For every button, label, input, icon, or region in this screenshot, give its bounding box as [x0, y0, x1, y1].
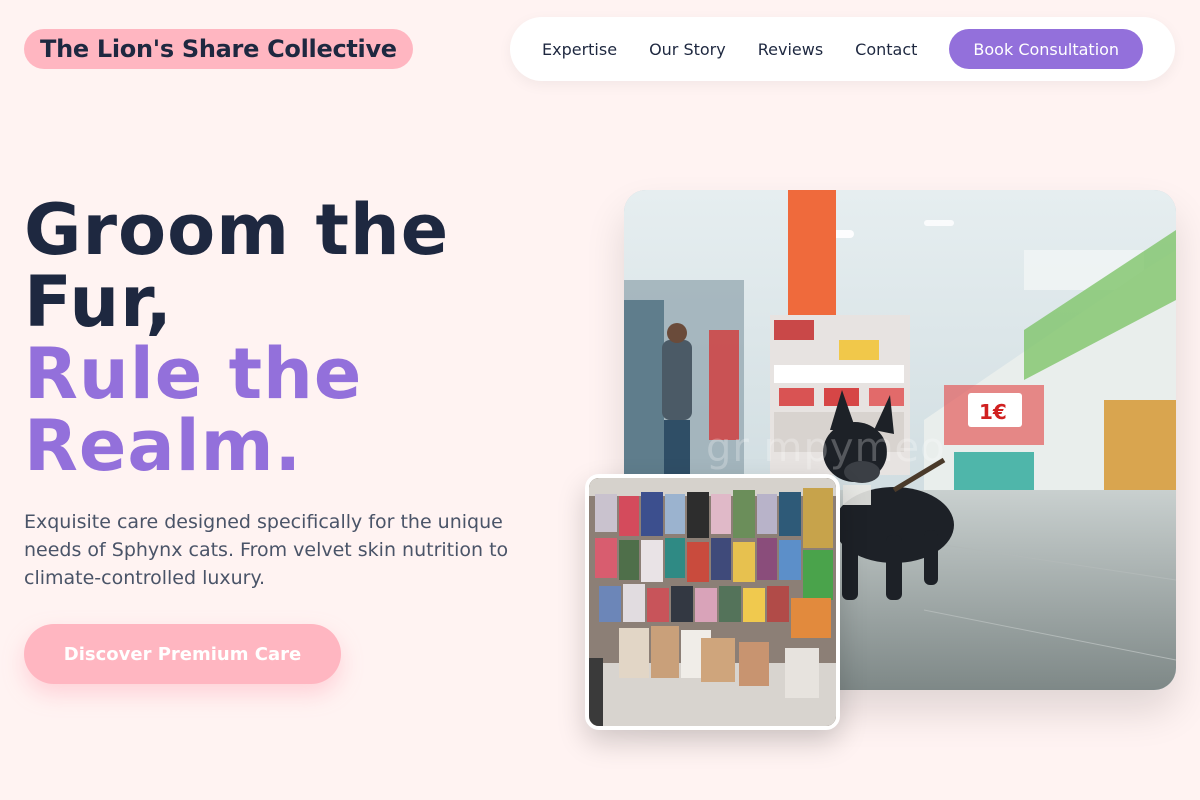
headline-line-2: Fur, — [24, 261, 173, 343]
hero-headline: Groom the Fur, Rule the Realm. — [24, 194, 584, 482]
hero-subtitle: Exquisite care designed specifically for… — [24, 511, 509, 589]
nav-link-our-story[interactable]: Our Story — [649, 40, 726, 59]
hero-image-pet-shop-shelves — [585, 474, 840, 730]
image-watermark: gr mpymeo — [706, 425, 946, 471]
brand-logo[interactable]: The Lion's Share Collective — [24, 29, 413, 69]
price-tag-text: 1€ — [979, 400, 1007, 424]
nav-link-reviews[interactable]: Reviews — [758, 40, 823, 59]
discover-premium-care-button[interactable]: Discover Premium Care — [24, 624, 341, 684]
nav-link-expertise[interactable]: Expertise — [542, 40, 617, 59]
headline-line-4: Realm. — [24, 405, 303, 487]
headline-line-1: Groom the — [24, 189, 450, 271]
pet-shop-shelves-illustration — [589, 478, 836, 726]
main-nav: Expertise Our Story Reviews Contact Book… — [510, 17, 1175, 81]
nav-link-contact[interactable]: Contact — [855, 40, 917, 59]
headline-line-3: Rule the — [24, 333, 363, 415]
book-consultation-button[interactable]: Book Consultation — [949, 29, 1144, 69]
